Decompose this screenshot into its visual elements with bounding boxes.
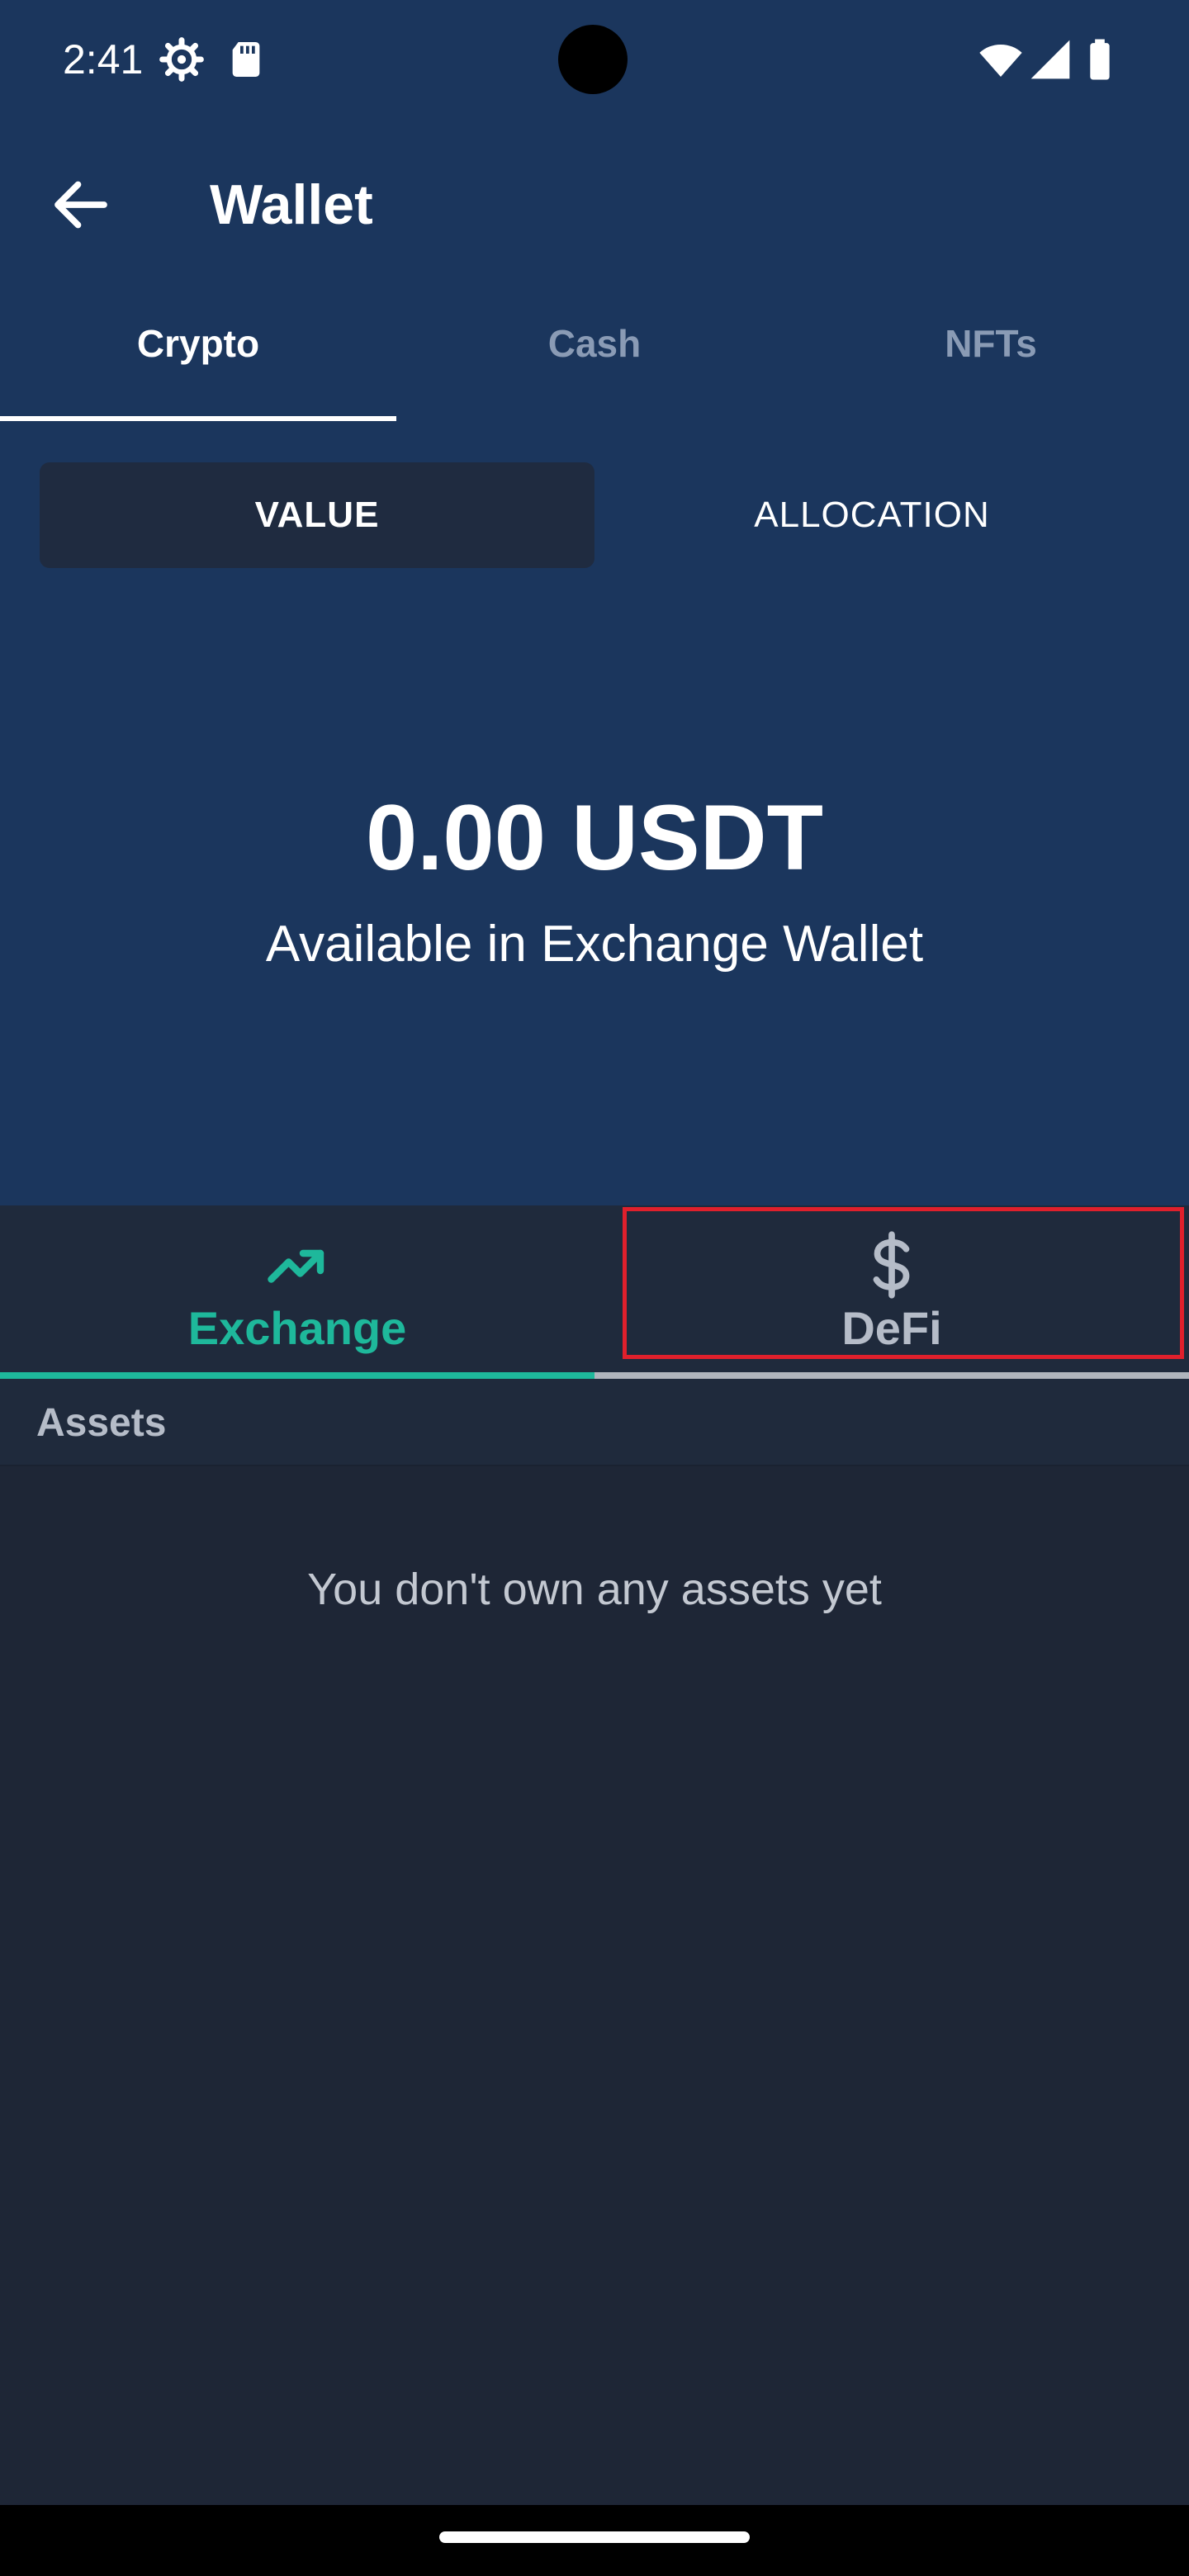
trending-up-icon	[268, 1249, 324, 1283]
balance-amount: 0.00 USDT	[366, 786, 823, 889]
tab-exchange-label: Exchange	[187, 1302, 407, 1354]
top-tab-bar: Crypto Cash NFTs	[0, 277, 1189, 421]
wallet-screen: 2:41 Wallet Crypto Cash NFTs VALUE ALLOC…	[0, 0, 1189, 2576]
system-nav-bar	[0, 2505, 1189, 2576]
tab-cash[interactable]: Cash	[396, 277, 793, 421]
battery-icon	[1090, 39, 1110, 80]
status-time: 2:41	[63, 36, 144, 83]
camera-cutout	[558, 25, 628, 94]
dollar-sign-icon	[873, 1231, 910, 1299]
tab-exchange[interactable]: Exchange	[0, 1205, 594, 1379]
empty-assets-message: You don't own any assets yet	[307, 1565, 882, 1614]
wallet-type-tabs: Exchange DeFi	[0, 1205, 1189, 1379]
app-bar: Wallet	[0, 122, 1189, 277]
cell-signal-icon	[1030, 40, 1070, 79]
sd-card-icon	[232, 42, 260, 77]
status-bar: 2:41	[0, 0, 1189, 122]
assets-label: Assets	[36, 1401, 167, 1445]
tab-defi[interactable]: DeFi	[594, 1205, 1189, 1379]
value-toggle-button[interactable]: VALUE	[40, 462, 594, 568]
allocation-toggle-button[interactable]: ALLOCATION	[594, 462, 1149, 568]
page-title: Wallet	[210, 173, 373, 236]
tab-defi-label: DeFi	[841, 1302, 942, 1354]
tab-nfts[interactable]: NFTs	[793, 277, 1189, 421]
settings-gear-icon	[159, 37, 204, 82]
home-gesture-handle[interactable]	[439, 2531, 750, 2543]
assets-section-header: Assets	[0, 1379, 1189, 1466]
view-toggle: VALUE ALLOCATION	[40, 462, 1149, 568]
balance-subtitle: Available in Exchange Wallet	[265, 916, 924, 973]
back-arrow-icon[interactable]	[46, 170, 116, 239]
tab-crypto[interactable]: Crypto	[0, 277, 396, 421]
balance-panel: VALUE ALLOCATION 0.00 USDT Available in …	[0, 421, 1189, 1205]
wifi-icon	[979, 45, 1022, 77]
